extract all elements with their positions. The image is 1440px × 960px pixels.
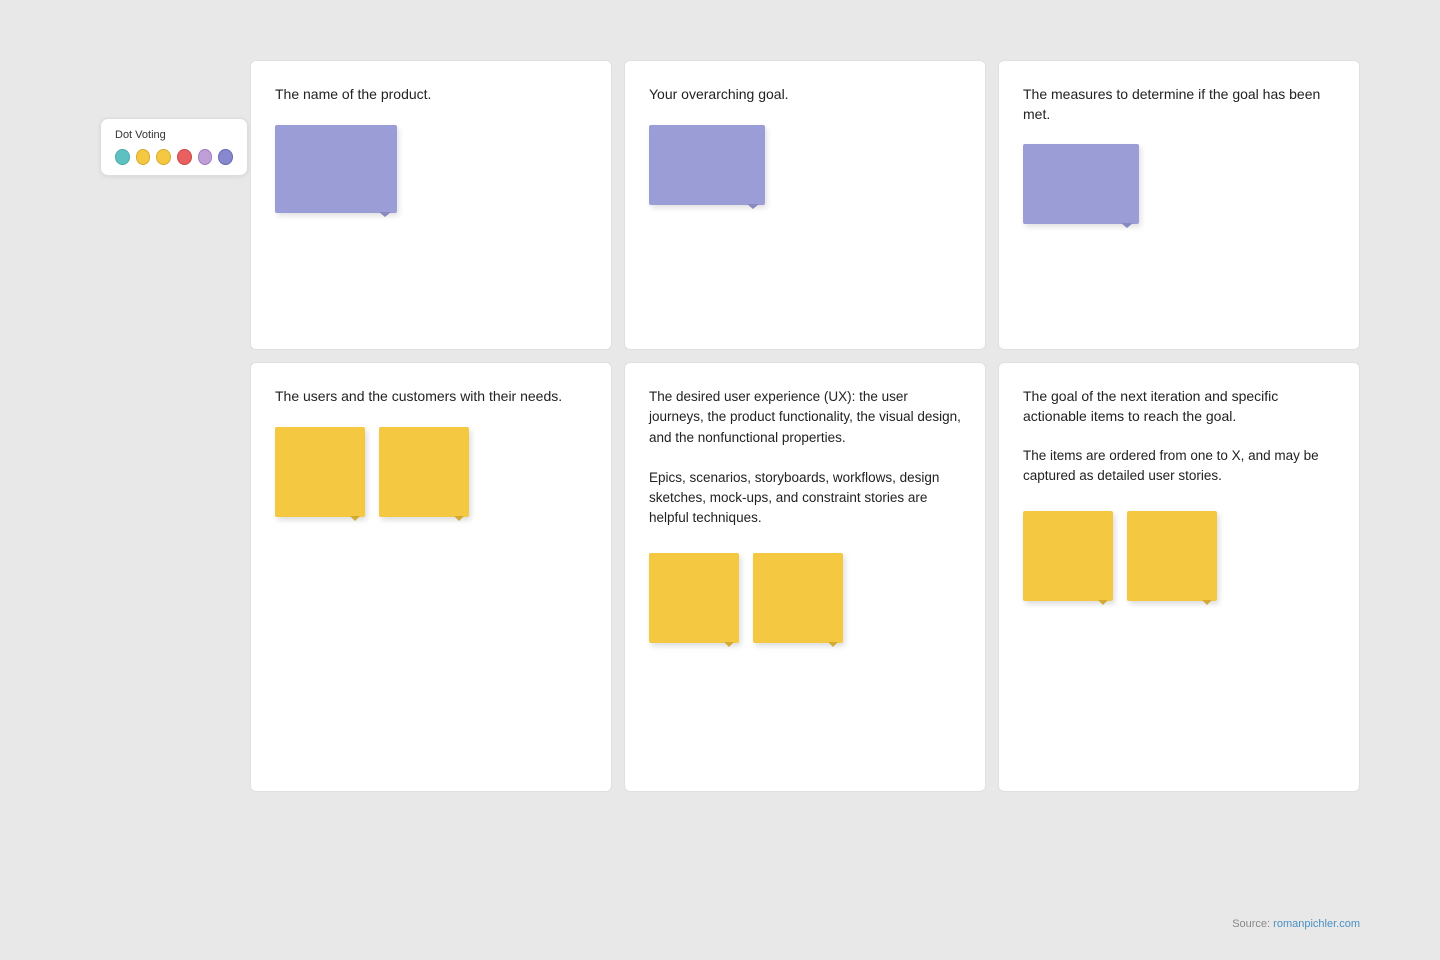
card-ux-subtitle: Epics, scenarios, storyboards, workflows…	[649, 468, 961, 529]
card-goal-title: Your overarching goal.	[649, 85, 961, 105]
dots-container	[115, 149, 233, 165]
sticky-yellow-users-1[interactable]	[275, 427, 365, 517]
card-product-name-title: The name of the product.	[275, 85, 587, 105]
main-canvas: Dot Voting The name of the product. Your…	[0, 0, 1440, 960]
cards-grid: The name of the product. Your overarchin…	[250, 60, 1360, 792]
card-users-title: The users and the customers with their n…	[275, 387, 587, 407]
dot-blue-violet[interactable]	[218, 149, 233, 165]
card-ux-title: The desired user experience (UX): the us…	[649, 387, 961, 448]
dot-purple[interactable]	[198, 149, 213, 165]
source-prefix: Source:	[1232, 918, 1270, 930]
card-iteration-stickies	[1023, 511, 1335, 601]
card-measures-stickies	[1023, 144, 1335, 224]
card-measures: The measures to determine if the goal ha…	[998, 60, 1360, 350]
card-desired-ux: The desired user experience (UX): the us…	[624, 362, 986, 792]
card-users: The users and the customers with their n…	[250, 362, 612, 792]
sticky-blue-product[interactable]	[275, 125, 397, 213]
dot-teal[interactable]	[115, 149, 130, 165]
sticky-blue-measures[interactable]	[1023, 144, 1139, 224]
card-goal: Your overarching goal.	[624, 60, 986, 350]
card-users-stickies	[275, 427, 587, 517]
dot-yellow-2[interactable]	[156, 149, 171, 165]
sticky-blue-goal[interactable]	[649, 125, 765, 205]
dot-red[interactable]	[177, 149, 192, 165]
dot-voting-label: Dot Voting	[115, 129, 233, 141]
sticky-yellow-iter-2[interactable]	[1127, 511, 1217, 601]
card-goal-stickies	[649, 125, 961, 205]
card-iteration-title: The goal of the next iteration and speci…	[1023, 387, 1335, 426]
dot-voting-widget: Dot Voting	[100, 118, 248, 176]
dot-yellow-1[interactable]	[136, 149, 151, 165]
sticky-yellow-iter-1[interactable]	[1023, 511, 1113, 601]
sticky-yellow-users-2[interactable]	[379, 427, 469, 517]
sticky-yellow-ux-2[interactable]	[753, 553, 843, 643]
source-link[interactable]: romanpichler.com	[1273, 918, 1360, 930]
card-measures-title: The measures to determine if the goal ha…	[1023, 85, 1335, 124]
sticky-yellow-ux-1[interactable]	[649, 553, 739, 643]
card-ux-stickies	[649, 553, 961, 643]
card-iteration-subtitle: The items are ordered from one to X, and…	[1023, 446, 1335, 487]
source-footer: Source: romanpichler.com	[1232, 918, 1360, 930]
card-product-name: The name of the product.	[250, 60, 612, 350]
card-next-iteration: The goal of the next iteration and speci…	[998, 362, 1360, 792]
card-product-stickies	[275, 125, 587, 213]
